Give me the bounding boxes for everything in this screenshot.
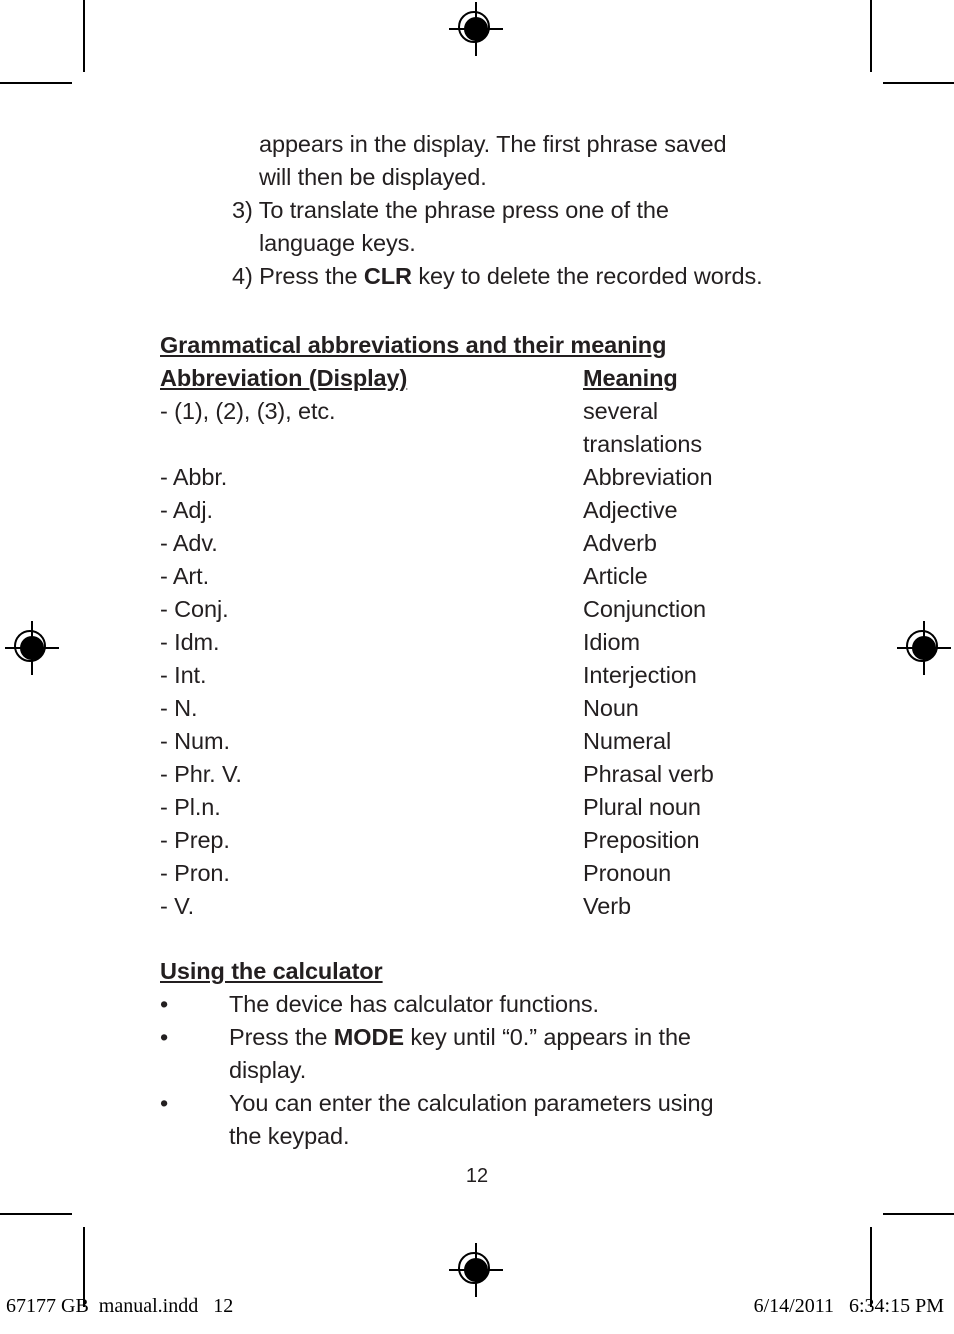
table-row-meaning: Adverb: [583, 530, 657, 556]
table-row-abbreviation: - Pl.n.: [160, 794, 221, 820]
crop-mark-bottom-right-horizontal: [883, 1213, 954, 1215]
table-row-abbreviation: - (1), (2), (3), etc.: [160, 398, 336, 424]
table-row-meaning: Pronoun: [583, 860, 672, 886]
table-row-abbreviation: - Abbr.: [160, 464, 228, 490]
clr-key-label: CLR: [363, 263, 412, 289]
manual-page: appears in the display. The first phrase…: [0, 0, 954, 1334]
imposition-file-info: 67177 GB manual.indd 12: [6, 1295, 234, 1317]
column-header-abbreviation: Abbreviation (Display): [160, 365, 408, 391]
registration-target-icon-bottom: [449, 1243, 503, 1297]
table-row-meaning: Idiom: [583, 629, 640, 655]
step-2-continuation-line-2: will then be displayed.: [259, 164, 487, 190]
bullet-glyph-icon: •: [160, 991, 169, 1017]
step-4-prefix: 4) Press the: [232, 263, 364, 289]
crop-mark-top-right-horizontal: [883, 82, 954, 84]
table-row-abbreviation: - Prep.: [160, 827, 230, 853]
crop-mark-bottom-left-horizontal: [0, 1213, 72, 1215]
registration-target-icon-left: [5, 621, 59, 675]
bullet-glyph-icon: •: [160, 1024, 169, 1050]
calculator-bullet-3-line-2: the keypad.: [229, 1123, 350, 1149]
calculator-bullet-1-line-1: The device has calculator functions.: [229, 991, 599, 1017]
table-row-meaning: Adjective: [583, 497, 678, 523]
registration-target-icon-right: [897, 621, 951, 675]
grammar-section-heading: Grammatical abbreviations and their mean…: [160, 332, 667, 358]
page-number: 12: [465, 1165, 489, 1187]
table-row-meaning: Preposition: [583, 827, 700, 853]
mode-key-label: MODE: [333, 1024, 404, 1050]
table-row-abbreviation: - Adj.: [160, 497, 213, 523]
table-row-abbreviation: - Idm.: [160, 629, 220, 655]
table-row-meaning: Plural noun: [583, 794, 701, 820]
table-row-meaning: Noun: [583, 695, 639, 721]
crop-mark-top-left-vertical: [83, 0, 85, 72]
table-row-abbreviation: - Art.: [160, 563, 210, 589]
crop-mark-top-right-vertical: [870, 0, 872, 72]
table-row-meaning: Phrasal verb: [583, 761, 714, 787]
table-row-abbreviation: - Phr. V.: [160, 761, 242, 787]
step-3-line-2: language keys.: [259, 230, 416, 256]
table-row-abbreviation: - Pron.: [160, 860, 230, 886]
table-row-abbreviation: - Adv.: [160, 530, 218, 556]
bullet-glyph-icon: •: [160, 1090, 169, 1116]
calculator-bullet-2-suffix: key until “0.” appears in the: [403, 1024, 691, 1050]
calculator-bullet-2-prefix: Press the: [229, 1024, 334, 1050]
registration-target-icon-top: [449, 2, 503, 56]
calculator-bullet-2-line-1: Press the MODE key until “0.” appears in…: [229, 1021, 691, 1054]
column-header-meaning: Meaning: [583, 365, 678, 391]
table-row-meaning: Article: [583, 563, 648, 589]
imposition-timestamp: 6/14/2011 6:34:15 PM: [753, 1295, 944, 1317]
table-row-meaning: Abbreviation: [583, 464, 713, 490]
table-row-abbreviation: - Int.: [160, 662, 207, 688]
calculator-bullet-3-line-1: You can enter the calculation parameters…: [229, 1090, 714, 1116]
step-3-line-1: 3) To translate the phrase press one of …: [232, 197, 669, 223]
table-row-abbreviation: - Num.: [160, 728, 230, 754]
step-4-line: 4) Press the CLR key to delete the recor…: [232, 260, 763, 293]
table-row-meaning: Interjection: [583, 662, 697, 688]
calculator-section-heading: Using the calculator: [160, 958, 383, 984]
table-row-abbreviation: - V.: [160, 893, 195, 919]
table-row-meaning: Numeral: [583, 728, 672, 754]
table-row-meaning: Verb: [583, 893, 631, 919]
step-2-continuation-line-1: appears in the display. The first phrase…: [259, 131, 727, 157]
step-4-suffix: key to delete the recorded words.: [411, 263, 763, 289]
table-row-meaning: Conjunction: [583, 596, 707, 622]
calculator-bullet-2-line-2: display.: [229, 1057, 307, 1083]
table-row-abbreviation: - N.: [160, 695, 198, 721]
crop-mark-top-left-horizontal: [0, 82, 72, 84]
table-row-meaning: several: [583, 398, 659, 424]
table-row-meaning-continuation: translations: [583, 431, 702, 457]
table-row-abbreviation: - Conj.: [160, 596, 229, 622]
